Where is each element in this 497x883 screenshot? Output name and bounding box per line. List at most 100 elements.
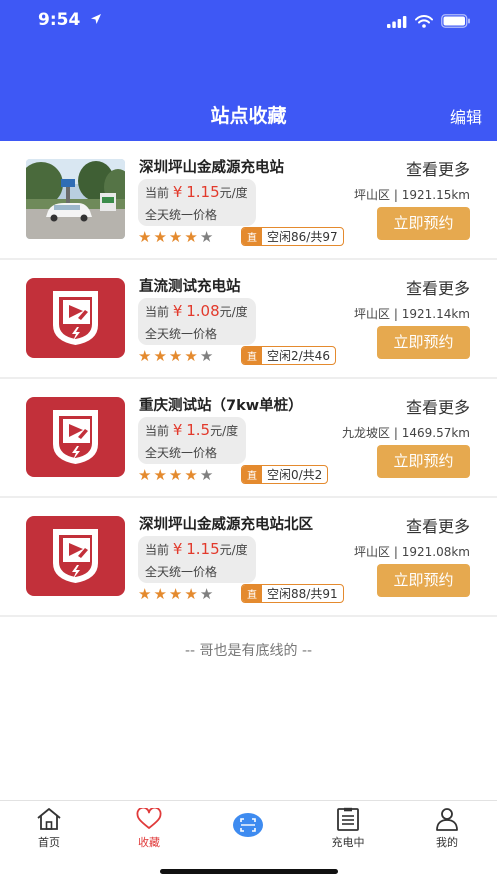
wifi-icon bbox=[415, 13, 433, 32]
price-unit: 元/度 bbox=[210, 424, 239, 438]
availability-text: 空闲88/共91 bbox=[267, 587, 338, 601]
status-icons bbox=[387, 13, 471, 32]
status-time: 9:54 bbox=[38, 10, 102, 30]
tab-favorites[interactable]: 收藏 bbox=[119, 807, 179, 850]
station-district: 坪山区 bbox=[354, 307, 391, 321]
location-arrow-icon bbox=[90, 10, 102, 30]
price-currency: ¥ bbox=[172, 421, 183, 439]
station-location: 九龙坡区 | 1469.57km bbox=[342, 426, 470, 440]
station-card[interactable]: 深圳坪山金威源充电站北区 查看更多 当前 ¥ 1.15元/度 全天统一价格 ★ ★… bbox=[0, 498, 497, 617]
star-icon: ★ bbox=[199, 347, 214, 365]
station-distance: 1921.08km bbox=[401, 545, 470, 559]
station-name: 直流测试充电站 bbox=[139, 279, 241, 295]
station-distance: 1469.57km bbox=[401, 426, 470, 440]
clipboard-icon bbox=[318, 807, 378, 831]
dc-tag: 直 bbox=[242, 347, 262, 364]
price-value: 1.15 bbox=[186, 183, 220, 201]
price-value: 1.08 bbox=[186, 302, 220, 320]
tab-scan[interactable] bbox=[218, 813, 278, 840]
status-time-text: 9:54 bbox=[38, 10, 81, 30]
edit-button[interactable]: 编辑 bbox=[450, 104, 482, 128]
station-card[interactable]: 直流测试充电站 查看更多 当前 ¥ 1.08元/度 全天统一价格 ★ ★ ★ ★ ★ 直… bbox=[0, 260, 497, 379]
rating-stars: ★ ★ ★ ★ ★ bbox=[138, 586, 213, 602]
price-unit: 元/度 bbox=[219, 186, 248, 200]
home-icon bbox=[19, 807, 79, 831]
tab-mine[interactable]: 我的 bbox=[417, 807, 477, 850]
availability-badge: 直 空闲0/共2 bbox=[241, 465, 329, 484]
star-icon: ★ bbox=[184, 466, 198, 484]
star-icon: ★ bbox=[199, 466, 214, 484]
price-value: 1.5 bbox=[186, 421, 211, 439]
tab-home[interactable]: 首页 bbox=[19, 807, 79, 850]
price-prefix: 当前 bbox=[145, 424, 170, 438]
availability-text: 空闲86/共97 bbox=[267, 230, 338, 244]
station-location: 坪山区 | 1921.15km bbox=[354, 188, 470, 202]
star-icon: ★ bbox=[184, 585, 198, 603]
price-prefix: 当前 bbox=[145, 186, 170, 200]
heart-icon bbox=[119, 807, 179, 831]
station-district: 九龙坡区 bbox=[342, 426, 391, 440]
price-currency: ¥ bbox=[172, 540, 183, 558]
tab-home-label: 首页 bbox=[38, 836, 60, 849]
availability-badge: 直 空闲2/共46 bbox=[241, 346, 336, 365]
star-icon: ★ bbox=[184, 347, 198, 365]
star-icon: ★ bbox=[153, 585, 167, 603]
view-more-link[interactable]: 查看更多 bbox=[406, 275, 470, 299]
price-note: 全天统一价格 bbox=[145, 565, 218, 579]
star-icon: ★ bbox=[138, 585, 152, 603]
tab-mine-label: 我的 bbox=[436, 836, 458, 849]
page-title: 站点收藏 bbox=[210, 105, 287, 127]
price-currency: ¥ bbox=[172, 183, 183, 201]
price-unit: 元/度 bbox=[219, 543, 248, 557]
station-location: 坪山区 | 1921.14km bbox=[354, 307, 470, 321]
availability-badge: 直 空闲88/共91 bbox=[241, 584, 344, 603]
signal-icon bbox=[387, 13, 407, 32]
home-indicator bbox=[160, 869, 338, 874]
header: 9:54 站点收藏 编辑 bbox=[0, 0, 497, 141]
star-icon: ★ bbox=[199, 228, 214, 246]
price-prefix: 当前 bbox=[145, 543, 170, 557]
dc-tag: 直 bbox=[242, 585, 262, 602]
view-more-link[interactable]: 查看更多 bbox=[406, 156, 470, 180]
availability-text: 空闲2/共46 bbox=[267, 349, 330, 363]
station-logo bbox=[26, 397, 125, 477]
price-box: 当前 ¥ 1.08元/度 全天统一价格 bbox=[138, 298, 256, 345]
star-icon: ★ bbox=[168, 466, 183, 484]
station-district: 坪山区 bbox=[354, 188, 391, 202]
tab-favorites-label: 收藏 bbox=[138, 836, 160, 849]
tab-charging[interactable]: 充电中 bbox=[318, 807, 378, 850]
station-photo bbox=[26, 159, 125, 239]
star-icon: ★ bbox=[138, 466, 152, 484]
scan-icon bbox=[218, 813, 278, 837]
view-more-link[interactable]: 查看更多 bbox=[406, 513, 470, 537]
book-now-button[interactable]: 立即预约 bbox=[377, 326, 470, 359]
rating-stars: ★ ★ ★ ★ ★ bbox=[138, 467, 213, 483]
station-name: 重庆测试站（7kw单桩） bbox=[139, 398, 303, 414]
price-currency: ¥ bbox=[172, 302, 183, 320]
book-now-button[interactable]: 立即预约 bbox=[377, 564, 470, 597]
station-card[interactable]: 深圳坪山金威源充电站 查看更多 当前 ¥ 1.15元/度 全天统一价格 ★ ★ ★ ★… bbox=[0, 141, 497, 260]
book-now-button[interactable]: 立即预约 bbox=[377, 207, 470, 240]
station-logo bbox=[26, 278, 125, 358]
station-name: 深圳坪山金威源充电站北区 bbox=[139, 517, 313, 533]
rating-stars: ★ ★ ★ ★ ★ bbox=[138, 348, 213, 364]
star-icon: ★ bbox=[153, 466, 167, 484]
tab-charging-label: 充电中 bbox=[331, 836, 365, 849]
user-icon bbox=[417, 807, 477, 831]
book-now-button[interactable]: 立即预约 bbox=[377, 445, 470, 478]
end-of-list-note: -- 哥也是有底线的 -- bbox=[184, 643, 313, 659]
star-icon: ★ bbox=[199, 585, 214, 603]
star-icon: ★ bbox=[168, 585, 183, 603]
station-card[interactable]: 重庆测试站（7kw单桩） 查看更多 当前 ¥ 1.5元/度 全天统一价格 ★ ★ ★… bbox=[0, 379, 497, 498]
dc-tag: 直 bbox=[242, 228, 262, 245]
station-location: 坪山区 | 1921.08km bbox=[354, 545, 470, 559]
dc-tag: 直 bbox=[242, 466, 262, 483]
star-icon: ★ bbox=[168, 347, 183, 365]
station-name: 深圳坪山金威源充电站 bbox=[139, 160, 284, 176]
price-value: 1.15 bbox=[186, 540, 220, 558]
battery-icon bbox=[441, 13, 471, 32]
price-unit: 元/度 bbox=[219, 305, 248, 319]
price-prefix: 当前 bbox=[145, 305, 170, 319]
star-icon: ★ bbox=[168, 228, 183, 246]
view-more-link[interactable]: 查看更多 bbox=[406, 394, 470, 418]
